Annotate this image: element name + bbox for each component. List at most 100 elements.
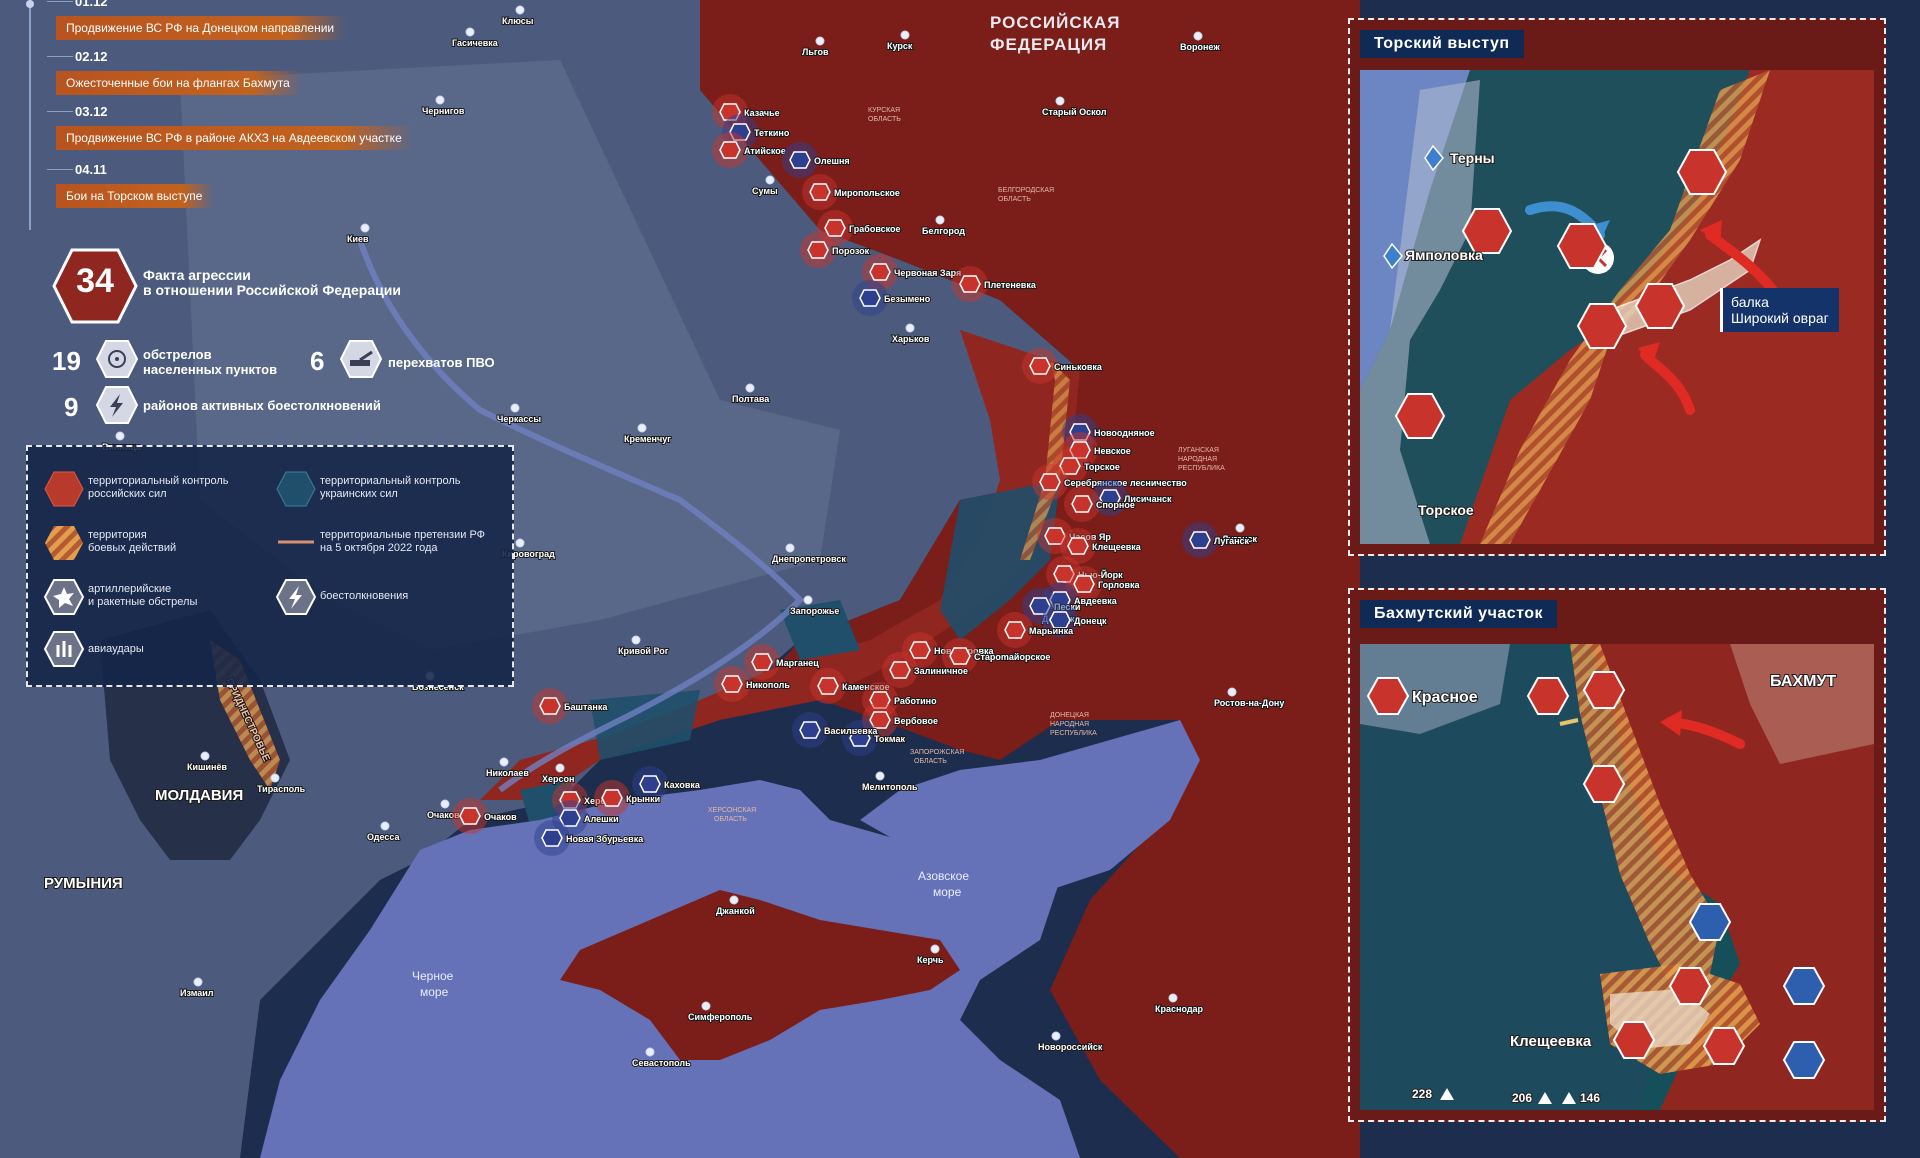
torsk-torskoe: Торское [1418, 502, 1474, 518]
ua-control-swatch [276, 471, 316, 507]
timeline-date: 03.12 [47, 104, 108, 119]
city-label: Кременчуг [624, 434, 671, 444]
event-icon [789, 151, 811, 169]
event-icon [1039, 473, 1061, 491]
event-label: Порозок [832, 246, 870, 256]
city-dot [935, 215, 945, 225]
event-label: Невское [1094, 446, 1131, 456]
event-icon [859, 289, 881, 307]
city-dot [499, 757, 509, 767]
city-label: Клюсы [502, 16, 534, 26]
elev-146: 146 [1580, 1091, 1600, 1105]
city-label: Кишинёв [187, 762, 228, 772]
city-label: Белгород [922, 226, 965, 236]
event-icon [719, 141, 741, 159]
legend: территориальный контроль российских сил … [26, 445, 514, 687]
event-icon [809, 183, 831, 201]
bakhmut-map: Красное БАХМУТ Клещеевка 228 206 146 [1360, 644, 1874, 1110]
lightning-icon [96, 386, 138, 424]
label-black-2: море [420, 985, 449, 999]
event-icon [1004, 621, 1026, 639]
event-icon [869, 263, 891, 281]
label-romania: РУМЫНИЯ [44, 875, 123, 892]
event-icon [1067, 537, 1089, 555]
torsk-yampolovka: Ямполовка [1405, 247, 1483, 263]
svg-text:ОБЛАСТЬ: ОБЛАСТЬ [714, 816, 747, 823]
timeline-axis [29, 0, 31, 230]
legend-ua-control: территориальный контроль украинских сил [320, 475, 461, 500]
city-dot [1055, 96, 1065, 106]
city-dot [815, 36, 825, 46]
artillery-icon [44, 579, 84, 615]
elev-228: 228 [1412, 1087, 1432, 1101]
event-label: Спорное [1096, 500, 1135, 510]
city-dot [515, 538, 525, 548]
timeline-date: 02.12 [47, 49, 108, 64]
city-label: Одесса [367, 832, 400, 842]
city-label: Мелитополь [862, 782, 918, 792]
elev-206: 206 [1512, 1091, 1532, 1105]
svg-text:НАРОДНАЯ: НАРОДНАЯ [1050, 721, 1089, 728]
city-dot [785, 543, 795, 553]
inset-torsk: Терны Ямполовка Торское Торский выступ б… [1348, 18, 1886, 556]
event-icon [817, 677, 839, 695]
event-label: Новоодняное [1094, 428, 1155, 438]
city-dot [745, 383, 755, 393]
total-label: Факта агрессии в отношении Российской Фе… [143, 267, 401, 298]
svg-text:РЕСПУБЛИКА: РЕСПУБЛИКА [1178, 465, 1225, 472]
city-dot [1235, 523, 1245, 533]
event-label: Токмак [874, 734, 905, 744]
event-label: Каховка [664, 780, 701, 790]
city-dot [765, 175, 775, 185]
event-icon [807, 241, 829, 259]
event-label: Клещеевка [1092, 542, 1142, 552]
city-dot [875, 771, 885, 781]
claims-swatch [278, 540, 314, 544]
city-label: Черкассы [497, 414, 541, 424]
event-icon [541, 829, 563, 847]
timeline-event: Бои на Торском выступе [56, 184, 215, 208]
legend-combat: территория боевых действий [88, 529, 177, 554]
svg-text:НАРОДНАЯ: НАРОДНАЯ [1178, 456, 1217, 463]
shelling-count: 19 [52, 346, 81, 376]
bakhmut-title: Бахмутский участок [1360, 600, 1558, 628]
event-label: Олешня [814, 156, 850, 166]
city-label: Льгов [802, 47, 829, 57]
bakhmut-kleshcheevka: Клещеевка [1510, 1033, 1592, 1050]
event-label: Горловка [1098, 580, 1141, 590]
city-label: Днепропетровск [772, 554, 846, 564]
event-icon [751, 653, 773, 671]
event-label: Луганск [1214, 536, 1250, 546]
event-icon [1029, 357, 1051, 375]
total-count: 34 [76, 262, 114, 300]
label-black-1: Черное [412, 969, 454, 983]
event-label: Червоная Заря [894, 268, 961, 278]
event-label: Алешки [584, 814, 619, 824]
event-icon [539, 697, 561, 715]
label-azov-2: море [933, 885, 962, 899]
svg-text:ЗАПОРОЖСКАЯ: ЗАПОРОЖСКАЯ [910, 749, 964, 756]
event-label: Никополь [746, 680, 790, 690]
event-label: Марганец [776, 658, 819, 668]
city-dot [1193, 31, 1203, 41]
event-icon [721, 675, 743, 693]
event-label: Васильевка [824, 726, 878, 736]
bakhmut-krasnoe: Красное [1412, 689, 1478, 706]
timeline-event: Ожесточенные бои на флангах Бахмута [56, 71, 302, 95]
clash-count: 9 [64, 392, 79, 422]
label-russia-2: ФЕДЕРАЦИЯ [990, 35, 1107, 54]
event-icon [824, 219, 846, 237]
event-label: Староmайорское [974, 652, 1050, 662]
pvo-count: 6 [310, 346, 325, 376]
legend-airstrikes: авиаудары [88, 643, 144, 655]
svg-text:ОБЛАСТЬ: ОБЛАСТЬ [998, 196, 1031, 203]
legend-ru-control: территориальный контроль российских сил [88, 475, 229, 500]
city-dot [435, 95, 445, 105]
city-dot [1051, 1031, 1061, 1041]
event-icon [639, 775, 661, 793]
city-label: Новороссийск [1038, 1042, 1103, 1052]
city-dot [380, 821, 390, 831]
label-russia-1: РОССИЙСКАЯ [990, 13, 1120, 32]
city-dot [200, 751, 210, 761]
city-dot [905, 323, 915, 333]
